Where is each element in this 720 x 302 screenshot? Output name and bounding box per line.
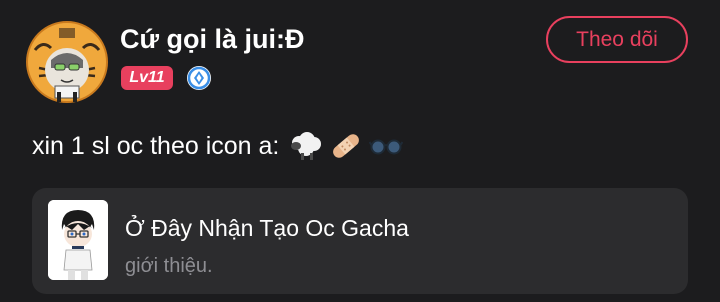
tiger-avatar-icon <box>26 21 108 103</box>
linked-post-title: Ở Đây Nhận Tạo Oc Gacha <box>125 215 409 241</box>
post-text: xin 1 sl oc theo icon a: <box>32 131 280 160</box>
sheep-emoji-icon <box>289 131 323 161</box>
gacha-character-thumbnail <box>48 200 108 280</box>
author-avatar[interactable] <box>25 20 109 104</box>
follow-button[interactable]: Theo dõi <box>546 16 688 63</box>
verified-badge-icon <box>185 64 213 92</box>
linked-post-subtitle: giới thiệu. <box>125 255 213 277</box>
post-card: Cứ gọi là jui:Đ Lv11 Theo dõi xin 1 sl o… <box>0 0 720 302</box>
glasses-emoji-icon <box>369 136 404 156</box>
level-badge: Lv11 <box>121 66 173 90</box>
linked-post-card[interactable]: Ở Đây Nhận Tạo Oc Gacha giới thiệu. <box>32 188 688 294</box>
author-name[interactable]: Cứ gọi là jui:Đ <box>120 24 305 55</box>
post-body: xin 1 sl oc theo icon a: <box>32 129 404 163</box>
bandage-emoji-icon <box>329 129 363 163</box>
